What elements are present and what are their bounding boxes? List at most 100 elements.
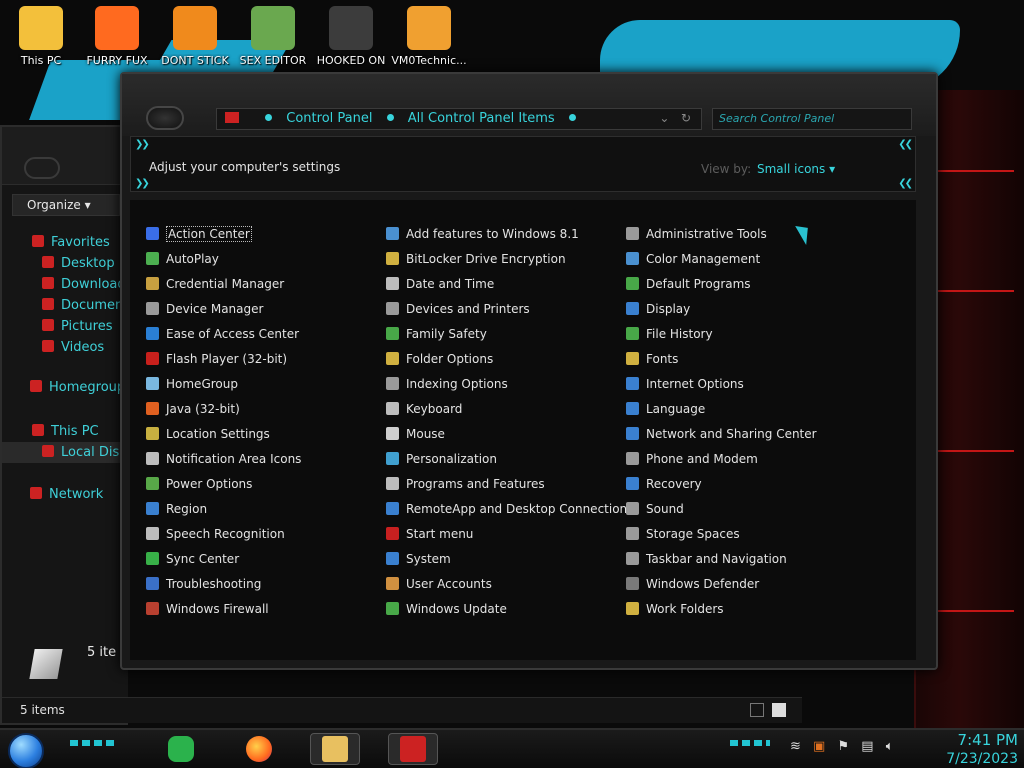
- cp-item-network-and-sharing-center[interactable]: Network and Sharing Center: [626, 422, 817, 447]
- volume-icon[interactable]: 🔈︎: [886, 739, 898, 754]
- cp-item-troubleshooting[interactable]: Troubleshooting: [146, 572, 301, 597]
- action-center-flag-icon[interactable]: ⚑: [837, 739, 853, 754]
- cp-item-device-manager[interactable]: Device Manager: [146, 297, 301, 322]
- search-input[interactable]: Search Control Panel: [712, 108, 912, 130]
- nav-item-pictures[interactable]: Pictures: [2, 316, 130, 337]
- nav-item-videos[interactable]: Videos: [2, 337, 130, 358]
- cp-item-user-accounts[interactable]: User Accounts: [386, 572, 633, 597]
- desktop-shortcut-sex-editor[interactable]: SEX EDITOR: [234, 6, 312, 67]
- cp-item-label: Sound: [646, 502, 684, 516]
- nav-item-downloads[interactable]: Downloads: [2, 274, 130, 295]
- address-bar[interactable]: Control Panel All Control Panel Items ⌄ …: [216, 108, 702, 130]
- desktop-shortcut-furry-fux[interactable]: FURRY FUX: [78, 6, 156, 67]
- cp-item-location-settings[interactable]: Location Settings: [146, 422, 301, 447]
- breadcrumb-all-items[interactable]: All Control Panel Items: [408, 111, 555, 126]
- cp-item-sound[interactable]: Sound: [626, 497, 817, 522]
- address-dropdown-icon[interactable]: ⌄: [659, 111, 669, 125]
- network-icon[interactable]: ▤: [861, 739, 877, 754]
- cp-item-default-programs[interactable]: Default Programs: [626, 272, 817, 297]
- cp-item-recovery[interactable]: Recovery: [626, 472, 817, 497]
- cp-item-color-management[interactable]: Color Management: [626, 247, 817, 272]
- cp-item-windows-defender[interactable]: Windows Defender: [626, 572, 817, 597]
- cp-item-storage-spaces[interactable]: Storage Spaces: [626, 522, 817, 547]
- cp-item-remoteapp-and-desktop-connections[interactable]: RemoteApp and Desktop Connections: [386, 497, 633, 522]
- cp-item-sync-center[interactable]: Sync Center: [146, 547, 301, 572]
- cp-item-windows-update[interactable]: Windows Update: [386, 597, 633, 622]
- cp-item-region[interactable]: Region: [146, 497, 301, 522]
- taskbar-file-explorer-button[interactable]: [310, 733, 360, 765]
- desktop-shortcut-vm0technic[interactable]: VM0Technic...: [390, 6, 468, 67]
- cp-item-family-safety[interactable]: Family Safety: [386, 322, 633, 347]
- breadcrumb-control-panel[interactable]: Control Panel: [286, 111, 372, 126]
- cp-item-label: Location Settings: [166, 427, 270, 441]
- cp-item-taskbar-and-navigation[interactable]: Taskbar and Navigation: [626, 547, 817, 572]
- back-forward-orb-icon[interactable]: [146, 106, 184, 130]
- large-icons-view-icon[interactable]: [772, 703, 786, 717]
- cp-item-internet-options[interactable]: Internet Options: [626, 372, 817, 397]
- pictures-icon: [42, 319, 54, 331]
- view-mode-dropdown[interactable]: Small icons ▾: [757, 162, 835, 176]
- cp-item-language[interactable]: Language: [626, 397, 817, 422]
- cp-item-label: Power Options: [166, 477, 253, 491]
- cp-item-homegroup[interactable]: HomeGroup: [146, 372, 301, 397]
- cp-item-start-menu[interactable]: Start menu: [386, 522, 633, 547]
- cp-item-administrative-tools[interactable]: Administrative Tools: [626, 222, 817, 247]
- cp-item-fonts[interactable]: Fonts: [626, 347, 817, 372]
- cp-item-file-history[interactable]: File History: [626, 322, 817, 347]
- nav-item-this-pc[interactable]: This PC: [2, 421, 130, 442]
- cp-item-display[interactable]: Display: [626, 297, 817, 322]
- cp-item-bitlocker-drive-encryption[interactable]: BitLocker Drive Encryption: [386, 247, 633, 272]
- explorer-window-background[interactable]: Organize ▾ Favorites Desktop Downloads Docu…: [0, 125, 802, 725]
- cp-item-action-center[interactable]: Action Center: [146, 222, 301, 247]
- explorer-status-bar: 5 items: [2, 697, 802, 723]
- cp-item-system[interactable]: System: [386, 547, 633, 572]
- cp-item-label: Internet Options: [646, 377, 744, 391]
- homegroup-icon: [30, 380, 42, 392]
- details-view-icon[interactable]: [750, 703, 764, 717]
- cp-item-mouse[interactable]: Mouse: [386, 422, 633, 447]
- tray-expand-icon[interactable]: ≋: [790, 739, 805, 754]
- cp-item-date-and-time[interactable]: Date and Time: [386, 272, 633, 297]
- cp-item-phone-and-modem[interactable]: Phone and Modem: [626, 447, 817, 472]
- nav-item-favorites[interactable]: Favorites: [2, 232, 130, 253]
- cp-item-add-features-to-windows-8-1[interactable]: Add features to Windows 8.1: [386, 222, 633, 247]
- taskbar-control-panel-button[interactable]: [388, 733, 438, 765]
- cp-item-label: Keyboard: [406, 402, 463, 416]
- nav-item-homegroup[interactable]: Homegroup: [2, 377, 130, 398]
- cp-item-devices-and-printers[interactable]: Devices and Printers: [386, 297, 633, 322]
- cp-item-work-folders[interactable]: Work Folders: [626, 597, 817, 622]
- cp-item-ease-of-access-center[interactable]: Ease of Access Center: [146, 322, 301, 347]
- cp-item-indexing-options[interactable]: Indexing Options: [386, 372, 633, 397]
- cp-item-notification-area-icons[interactable]: Notification Area Icons: [146, 447, 301, 472]
- nav-item-network[interactable]: Network: [2, 484, 130, 505]
- nav-item-desktop[interactable]: Desktop: [2, 253, 130, 274]
- desktop-shortcut-this-pc[interactable]: This PC: [2, 6, 80, 67]
- desktop-shortcut-hooked-on[interactable]: HOOKED ON: [312, 6, 390, 67]
- cp-item-folder-options[interactable]: Folder Options: [386, 347, 633, 372]
- desktop-shortcut-dont-stick[interactable]: DONT STICK: [156, 6, 234, 67]
- nav-item-local-disk[interactable]: Local Disk: [2, 442, 130, 463]
- back-forward-orb-icon[interactable]: [24, 157, 60, 179]
- cp-item-java-32-bit[interactable]: Java (32-bit): [146, 397, 301, 422]
- cp-item-flash-player-32-bit[interactable]: Flash Player (32-bit): [146, 347, 301, 372]
- cp-item-label: Notification Area Icons: [166, 452, 302, 466]
- decor-arrows-icon: ❯❯: [135, 139, 150, 150]
- organize-button[interactable]: Organize ▾: [12, 194, 120, 216]
- cp-item-speech-recognition[interactable]: Speech Recognition: [146, 522, 301, 547]
- cp-item-credential-manager[interactable]: Credential Manager: [146, 272, 301, 297]
- taskbar-firefox-button[interactable]: [234, 733, 284, 765]
- refresh-icon[interactable]: ↻: [681, 111, 691, 125]
- cp-item-power-options[interactable]: Power Options: [146, 472, 301, 497]
- control-panel-window[interactable]: Control Panel All Control Panel Items ⌄ …: [120, 72, 938, 670]
- cp-item-keyboard[interactable]: Keyboard: [386, 397, 633, 422]
- tray-app-icon[interactable]: ▣: [813, 739, 829, 754]
- taskbar-feedly-button[interactable]: [156, 733, 206, 765]
- cp-item-autoplay[interactable]: AutoPlay: [146, 247, 301, 272]
- start-button[interactable]: [8, 733, 44, 768]
- cp-item-programs-and-features[interactable]: Programs and Features: [386, 472, 633, 497]
- cp-item-windows-firewall[interactable]: Windows Firewall: [146, 597, 301, 622]
- cp-item-personalization[interactable]: Personalization: [386, 447, 633, 472]
- taskbar-clock[interactable]: 7:41 PM 7/23/2023: [926, 731, 1018, 768]
- nav-item-documents[interactable]: Documents: [2, 295, 130, 316]
- file-thumbnail-icon[interactable]: [29, 649, 63, 679]
